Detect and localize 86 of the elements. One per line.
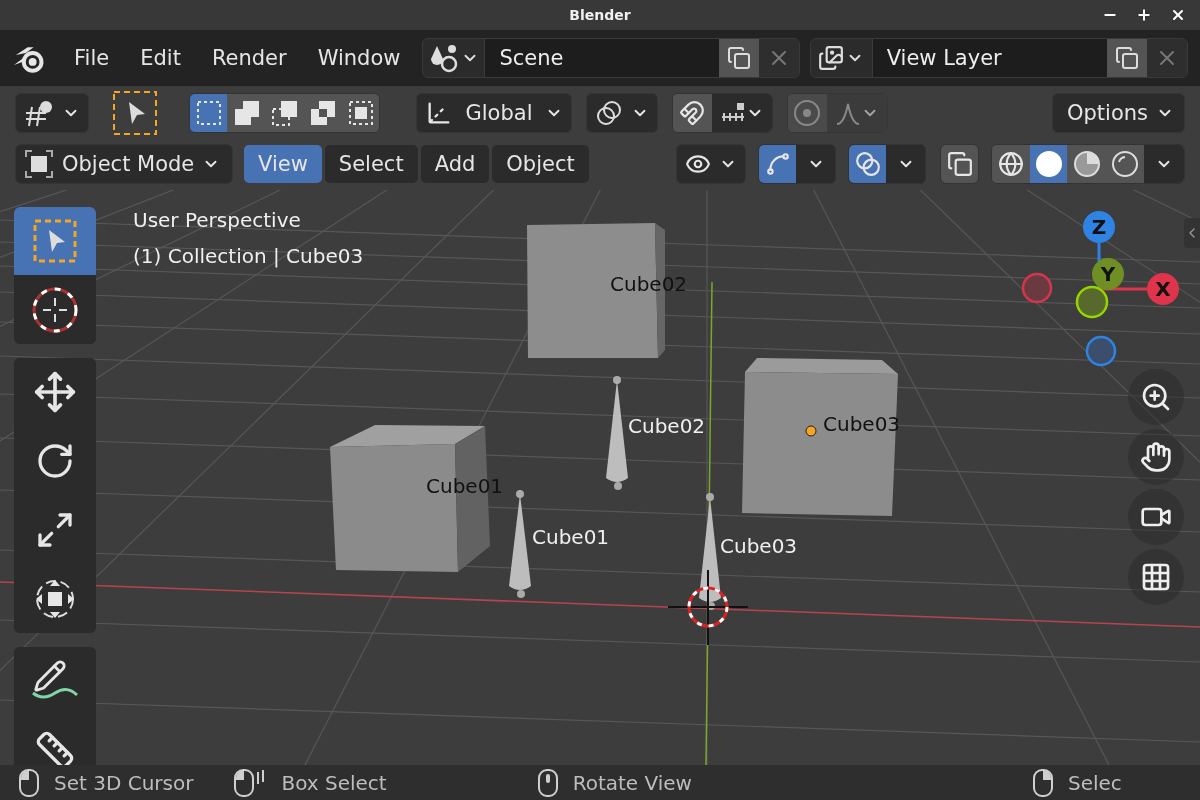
select-box-icon: [32, 218, 78, 264]
x-ray-icon: [946, 151, 973, 177]
view-layer-name-field[interactable]: View Layer: [872, 39, 1107, 77]
grid-icon: [1140, 561, 1172, 593]
viewport-info-text: User Perspective: [133, 208, 301, 232]
falloff-dropdown[interactable]: [827, 94, 887, 132]
object-name-label: Cube02: [628, 414, 706, 438]
pan-button[interactable]: [1128, 429, 1184, 485]
copy-icon: [1115, 46, 1139, 70]
select-mode-icon: [346, 99, 375, 127]
rotate-icon: [35, 441, 75, 481]
magnet-icon: [679, 100, 705, 126]
globe-icon: [997, 151, 1024, 177]
mouse-icon: [536, 767, 559, 798]
sidebar-toggle[interactable]: [1184, 218, 1200, 248]
visibility-dropdown[interactable]: [676, 144, 746, 184]
select-tool-button[interactable]: [111, 91, 159, 135]
header-menu[interactable]: Select: [324, 145, 418, 183]
pivot-icon: [595, 99, 623, 127]
hand-icon: [1140, 441, 1172, 473]
negative-axis-handle[interactable]: [1075, 285, 1109, 319]
viewport-info-text: (1) Collection | Cube03: [133, 244, 364, 268]
options-dropdown[interactable]: Options: [1051, 93, 1185, 133]
3d-cursor-icon: [31, 286, 79, 334]
shading-button[interactable]: [1030, 145, 1067, 183]
gizmo-icon: [764, 151, 791, 177]
snap-target-dropdown[interactable]: [712, 94, 772, 132]
scale-icon: [35, 510, 75, 550]
copy-button[interactable]: [1107, 39, 1147, 77]
header-menu[interactable]: View: [244, 145, 322, 183]
pivot-dropdown[interactable]: [586, 93, 658, 133]
header-menu[interactable]: Object: [492, 145, 589, 183]
images-icon: [818, 45, 845, 71]
overlays-toggle[interactable]: [849, 145, 886, 183]
transform-icon: [33, 577, 77, 621]
maximize-icon[interactable]: [1136, 7, 1152, 23]
mouse-icon: [18, 767, 40, 798]
mode-dropdown[interactable]: Object Mode: [15, 144, 233, 184]
scene-icon: [428, 43, 459, 73]
scene-selector[interactable]: Scene: [422, 38, 800, 78]
view-layer-selector[interactable]: View Layer: [809, 38, 1188, 78]
select-mode-icon: [194, 99, 223, 127]
select-mode-icon: [232, 99, 261, 127]
move-icon: [33, 370, 77, 414]
object-name-label: Cube01: [532, 525, 610, 549]
copy-button[interactable]: [718, 39, 759, 77]
header-menu[interactable]: Add: [420, 145, 490, 183]
mouse-icon: [1031, 767, 1054, 798]
half-shaded-circle-icon: [1072, 150, 1101, 178]
x-ray-toggle[interactable]: [941, 145, 978, 183]
status-hint: Selec: [1067, 770, 1122, 795]
axis-handle[interactable]: X: [1147, 273, 1179, 305]
select-mode-button[interactable]: [190, 94, 227, 132]
copy-icon: [726, 46, 751, 70]
status-hint: Box Select: [281, 770, 387, 795]
target-icon: [793, 99, 821, 127]
negative-axis-handle[interactable]: [1085, 335, 1117, 367]
sphere-icon: [1110, 150, 1139, 178]
negative-axis-handle[interactable]: [1021, 272, 1053, 304]
select-mode-icon: [308, 99, 337, 127]
window-title: Blender: [569, 7, 631, 23]
filled-circle-icon: [1034, 150, 1063, 178]
menu-item[interactable]: Render: [202, 46, 296, 70]
close-icon[interactable]: [1170, 7, 1186, 23]
gizmo-toggle[interactable]: [759, 145, 796, 183]
editor-type-icon: [24, 99, 54, 127]
axis-handle[interactable]: Y: [1092, 258, 1124, 290]
menu-item[interactable]: File: [65, 46, 119, 70]
x-axis-line: [1101, 287, 1147, 291]
axis-handle[interactable]: Z: [1083, 211, 1115, 243]
zoom-icon: [1140, 381, 1172, 413]
scene-name-field[interactable]: Scene: [485, 39, 719, 77]
object-name-label: Cube03: [720, 534, 798, 558]
select-box-icon: [112, 90, 158, 136]
status-hint: Rotate View: [572, 770, 692, 795]
object-mode-icon: [24, 149, 54, 179]
3d-cursor-icon: [667, 569, 749, 646]
select-mode-icon: [270, 99, 299, 127]
editor-type-dropdown[interactable]: [15, 93, 89, 133]
orientation-dropdown[interactable]: Global: [416, 93, 572, 133]
overlays-icon: [854, 151, 881, 177]
menu-item[interactable]: Edit: [131, 46, 190, 70]
status-hint: Set 3D Cursor: [54, 770, 194, 795]
ruler-icon: [35, 730, 75, 765]
menu-item[interactable]: Window: [308, 46, 410, 70]
origin-dot: [805, 425, 817, 437]
